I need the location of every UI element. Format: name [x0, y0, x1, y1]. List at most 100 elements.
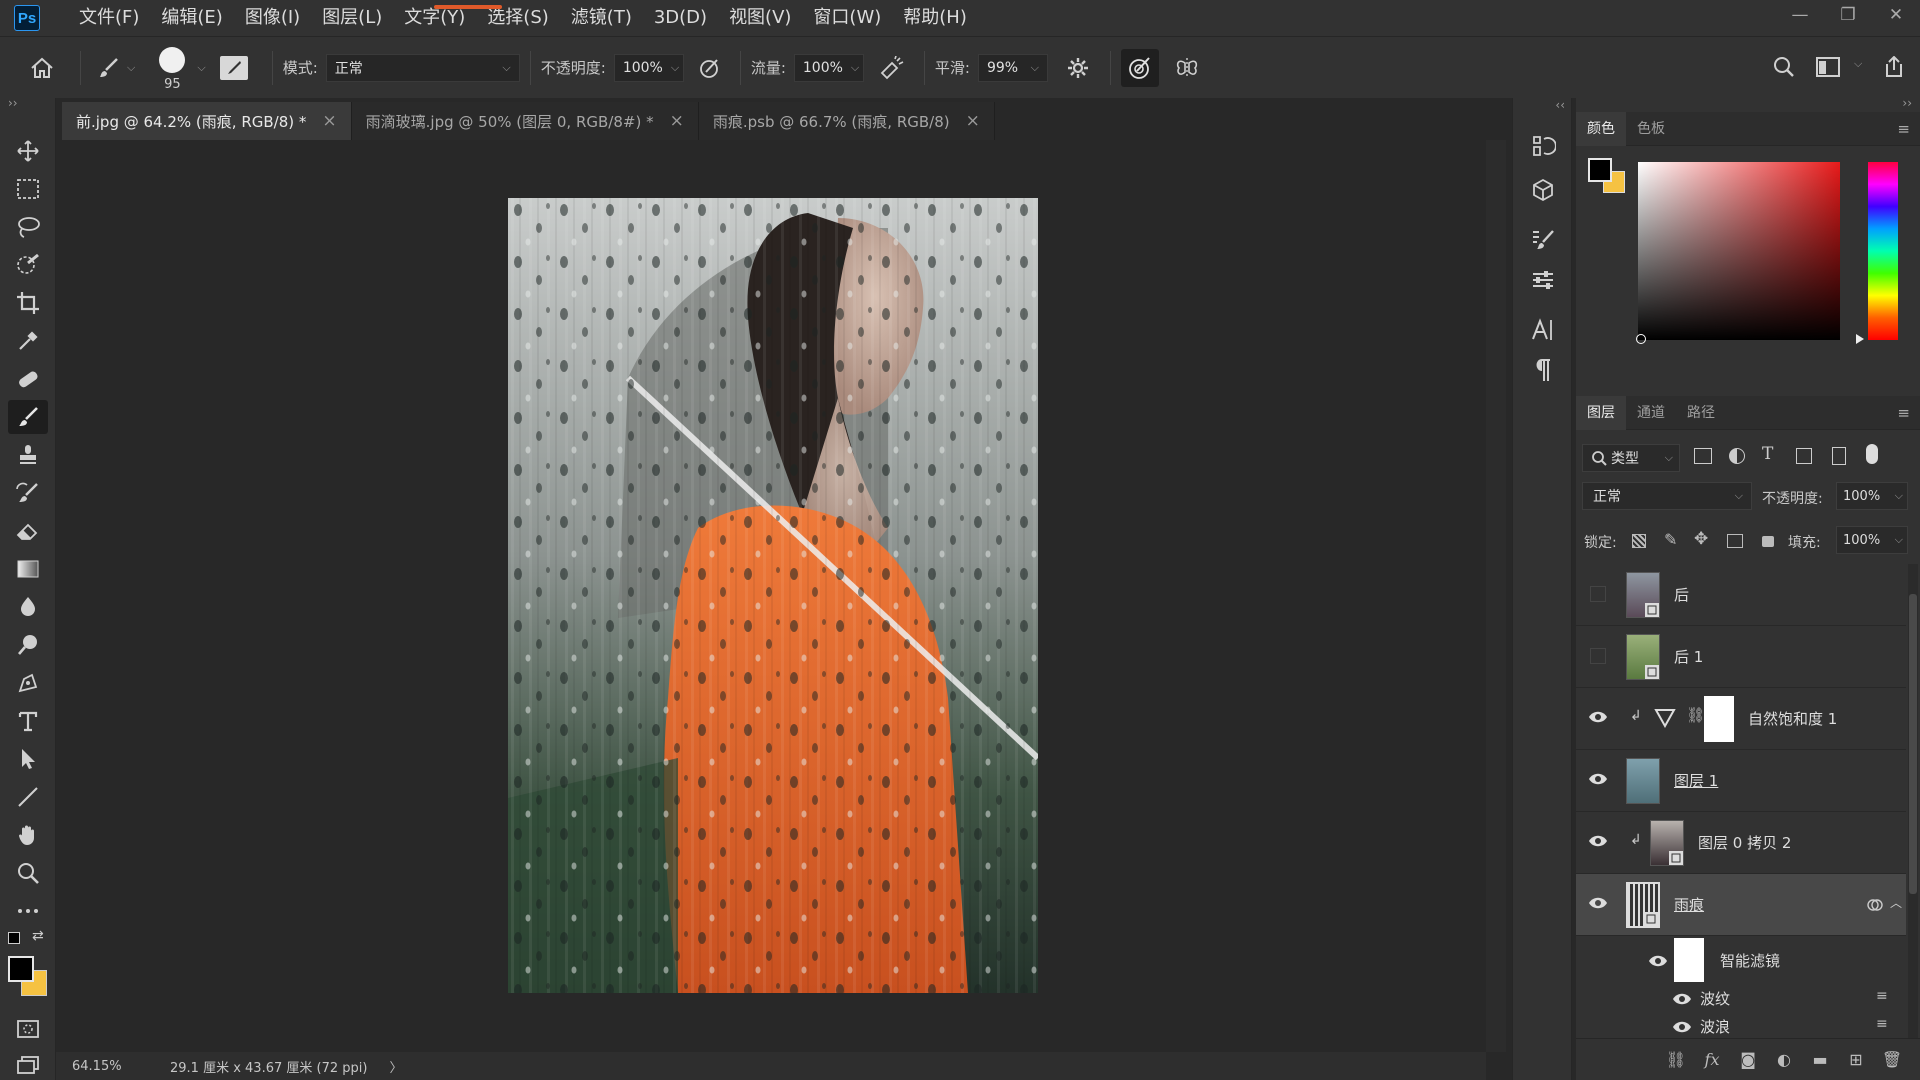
filter-type-layers-icon[interactable]: T — [1762, 444, 1773, 464]
add-mask-icon[interactable]: ◙ — [1730, 1050, 1766, 1069]
color-field[interactable] — [1638, 162, 1840, 340]
tab-swatches[interactable]: 色板 — [1626, 112, 1676, 146]
chevron-down-icon[interactable]: ⌵ — [197, 61, 205, 75]
lock-image-pixels-icon[interactable]: ✎ — [1664, 530, 1677, 549]
layer-row[interactable]: ↲ ⛓ 自然饱和度 1 — [1576, 688, 1906, 750]
filter-smart-objects-icon[interactable] — [1832, 447, 1846, 465]
document-canvas[interactable] — [508, 198, 1038, 993]
menu-help[interactable]: 帮助(H) — [892, 0, 978, 36]
pressure-size-icon[interactable] — [1120, 48, 1159, 87]
layer-name[interactable]: 雨痕 — [1674, 894, 1704, 915]
menu-layer[interactable]: 图层(L) — [311, 0, 393, 36]
filter-adjustment-layers-icon[interactable] — [1729, 448, 1745, 464]
swap-colors-icon[interactable]: ⇄ — [32, 928, 44, 944]
tab-paths[interactable]: 路径 — [1676, 396, 1726, 430]
filter-shape-layers-icon[interactable] — [1796, 448, 1812, 464]
brush-settings-panel-icon[interactable] — [1523, 222, 1563, 258]
chevron-down-icon[interactable]: ⌵ — [127, 61, 135, 75]
collapse-chevron-icon[interactable]: ‹‹ — [1555, 98, 1565, 112]
filter-name[interactable]: 波浪 — [1700, 1016, 1730, 1037]
restore-icon[interactable]: ❐ — [1824, 0, 1872, 30]
menu-edit[interactable]: 编辑(E) — [150, 0, 233, 36]
gradient-tool-icon[interactable] — [8, 552, 48, 586]
flow-input[interactable]: 100% ⌵ — [793, 53, 864, 82]
panel-menu-icon[interactable]: ≡ — [1897, 404, 1910, 422]
gear-icon[interactable] — [1056, 57, 1100, 79]
screen-mode-icon[interactable] — [8, 1048, 48, 1080]
eye-icon[interactable] — [1648, 954, 1668, 968]
tab-document-rain-streak[interactable]: 雨痕.psb @ 66.7% (雨痕, RGB/8) × — [698, 102, 995, 140]
path-selection-tool-icon[interactable] — [8, 742, 48, 776]
lasso-tool-icon[interactable] — [8, 210, 48, 244]
menu-filter[interactable]: 滤镜(T) — [560, 0, 643, 36]
smoothing-input[interactable]: 99% ⌵ — [977, 53, 1048, 82]
healing-brush-tool-icon[interactable] — [8, 362, 48, 396]
filter-pixel-layers-icon[interactable] — [1694, 448, 1712, 464]
default-colors-icon[interactable] — [8, 932, 20, 944]
eyedropper-tool-icon[interactable] — [8, 324, 48, 358]
smart-filter-mask-thumbnail[interactable] — [1674, 938, 1704, 982]
menu-view[interactable]: 视图(V) — [718, 0, 802, 36]
expand-chevron-icon[interactable]: ›› — [8, 96, 18, 110]
link-icon[interactable]: ⛓ — [1686, 706, 1705, 724]
filter-row[interactable]: 波纹 ≡ — [1576, 984, 1906, 1012]
chevron-down-icon[interactable]: ⌵ — [1031, 61, 1039, 75]
brush-tool-icon[interactable] — [8, 400, 48, 434]
symmetry-icon[interactable] — [1165, 55, 1209, 81]
brush-preset-icon[interactable] — [91, 56, 127, 80]
type-tool-icon[interactable] — [8, 704, 48, 738]
foreground-color-chip[interactable] — [1588, 158, 1612, 182]
close-icon[interactable]: × — [322, 111, 336, 131]
history-brush-tool-icon[interactable] — [8, 476, 48, 510]
clone-stamp-tool-icon[interactable] — [8, 438, 48, 472]
tab-channels[interactable]: 通道 — [1626, 396, 1676, 430]
eye-icon[interactable] — [1588, 834, 1608, 848]
layer-row[interactable]: 图层 1 — [1576, 750, 1906, 812]
new-group-icon[interactable]: ▬ — [1802, 1050, 1838, 1069]
smart-filters-row[interactable]: 智能滤镜 — [1576, 936, 1906, 984]
layer-mask-thumbnail[interactable] — [1704, 696, 1734, 742]
lock-transparent-pixels-icon[interactable] — [1632, 534, 1646, 548]
move-tool-icon[interactable] — [8, 134, 48, 168]
chevron-down-icon[interactable]: ⌵ — [671, 61, 679, 75]
foreground-color-swatch[interactable] — [8, 956, 34, 982]
new-layer-icon[interactable]: ⊞ — [1838, 1050, 1874, 1069]
tab-document-raindrop-glass[interactable]: 雨滴玻璃.jpg @ 50% (图层 0, RGB/8#) * × — [351, 102, 699, 140]
lock-position-icon[interactable]: ✥ — [1694, 529, 1708, 549]
chevron-down-icon[interactable]: ⌵ — [851, 61, 859, 75]
panel-menu-icon[interactable]: ≡ — [1897, 120, 1910, 138]
dodge-tool-icon[interactable] — [8, 628, 48, 662]
hand-tool-icon[interactable] — [8, 818, 48, 852]
layer-name[interactable]: 后 1 — [1674, 646, 1703, 667]
layer-row[interactable]: ↲ 图层 0 拷贝 2 — [1576, 812, 1906, 874]
layers-scrollbar-thumb[interactable] — [1909, 594, 1917, 894]
hue-slider-pointer-icon[interactable] — [1856, 334, 1864, 344]
canvas-scrollbar[interactable] — [1486, 140, 1506, 1052]
eye-icon[interactable] — [1588, 896, 1608, 910]
layer-name[interactable]: 后 — [1674, 584, 1689, 605]
layers-scrollbar[interactable] — [1908, 564, 1918, 1038]
brush-settings-icon[interactable] — [219, 55, 248, 80]
menu-window[interactable]: 窗口(W) — [802, 0, 892, 36]
layer-row[interactable]: 后 1 — [1576, 626, 1906, 688]
collapse-chevron-icon[interactable]: ›› — [1902, 96, 1912, 110]
smart-filters-icon[interactable] — [1866, 896, 1884, 914]
blur-tool-icon[interactable] — [8, 590, 48, 624]
link-layers-icon[interactable]: ⛓ — [1658, 1050, 1694, 1069]
marquee-tool-icon[interactable] — [8, 172, 48, 206]
pressure-opacity-icon[interactable] — [690, 56, 730, 80]
opacity-input[interactable]: 100% ⌵ — [613, 53, 684, 82]
eye-icon[interactable] — [1672, 1020, 1692, 1034]
new-adjustment-layer-icon[interactable]: ◐ — [1766, 1050, 1802, 1069]
zoom-tool-icon[interactable] — [8, 856, 48, 890]
close-icon[interactable]: × — [966, 111, 980, 131]
blend-mode-select[interactable]: 正常 ⌵ — [1582, 482, 1752, 510]
paragraph-panel-icon[interactable] — [1523, 352, 1563, 388]
eye-icon[interactable] — [1588, 710, 1608, 724]
minimize-icon[interactable]: — — [1776, 0, 1824, 30]
layer-row[interactable]: 后 — [1576, 564, 1906, 626]
tab-document-front[interactable]: 前.jpg @ 64.2% (雨痕, RGB/8) * × — [62, 102, 352, 140]
pen-tool-icon[interactable] — [8, 666, 48, 700]
chevron-down-icon[interactable]: ⌵ — [1854, 57, 1862, 71]
filter-name[interactable]: 波纹 — [1700, 988, 1730, 1009]
